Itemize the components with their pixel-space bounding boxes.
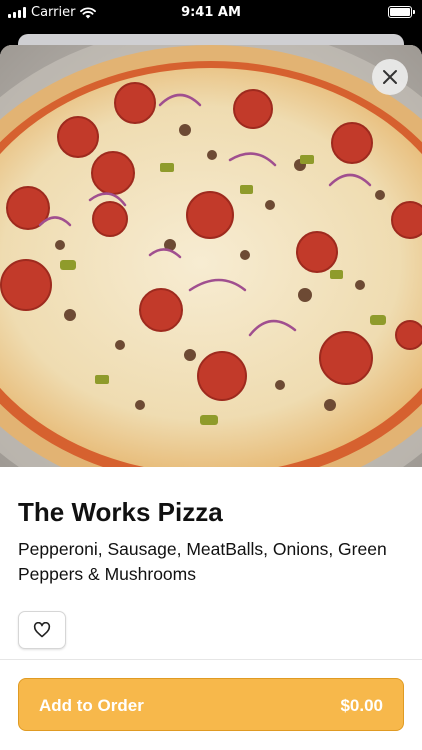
- pizza-image: [0, 45, 422, 467]
- item-description: Pepperoni, Sausage, MeatBalls, Onions, G…: [18, 539, 387, 584]
- status-bar: Carrier 9:41 AM: [0, 0, 422, 26]
- item-title: The Works Pizza: [18, 497, 223, 527]
- divider: [0, 659, 422, 660]
- order-price: $0.00: [340, 696, 383, 715]
- favorite-button[interactable]: [18, 611, 66, 649]
- item-detail-modal: The Works Pizza Pepperoni, Sausage, Meat…: [0, 45, 422, 750]
- heart-icon: [33, 622, 51, 638]
- add-to-order-button[interactable]: Add to Order $0.00: [18, 678, 404, 731]
- close-button[interactable]: [372, 59, 408, 95]
- add-to-order-label: Add to Order: [39, 696, 144, 715]
- battery-icon: [388, 6, 415, 18]
- status-time: 9:41 AM: [181, 5, 241, 20]
- close-icon: [383, 70, 397, 84]
